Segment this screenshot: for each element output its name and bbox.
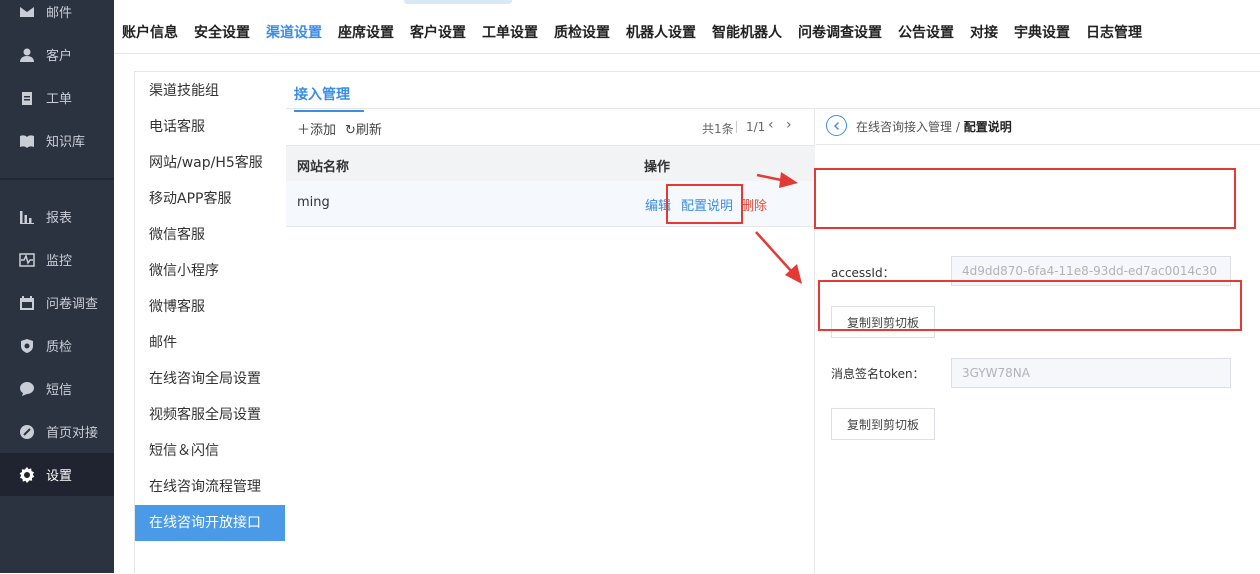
menu-item[interactable]: 移动APP客服	[135, 181, 285, 217]
pulse-icon	[18, 251, 36, 269]
sidebar-item-label: 质检	[46, 340, 73, 355]
breadcrumb: 在线咨询接入管理 / 配置说明	[856, 118, 1012, 135]
copy-token-button[interactable]: 复制到剪切板	[831, 408, 935, 440]
tab-dictionary[interactable]: 宇典设置	[1014, 22, 1070, 44]
left-sidebar: 邮件 客户 工单 知识库 报表 监控 问卷调查 质检 短信 首页对接 设置	[0, 0, 114, 573]
sidebar-item-customer[interactable]: 客户	[0, 33, 114, 76]
sidebar-item-mail[interactable]: 邮件	[0, 0, 114, 33]
detail-header: 在线咨询接入管理 / 配置说明	[816, 109, 1260, 145]
calendar-icon	[18, 294, 36, 312]
tab-robot[interactable]: 机器人设置	[626, 22, 696, 44]
sidebar-item-ticket[interactable]: 工单	[0, 76, 114, 119]
link-icon	[18, 423, 36, 441]
tab-integration[interactable]: 对接	[970, 22, 998, 44]
sidebar-item-home-integration[interactable]: 首页对接	[0, 410, 114, 453]
sidebar-item-report[interactable]: 报表	[0, 195, 114, 238]
sidebar-item-qc[interactable]: 质检	[0, 324, 114, 367]
delete-link[interactable]: 删除	[741, 195, 767, 214]
content-area: 渠道技能组 电话客服 网站/wap/H5客服 移动APP客服 微信客服 微信小程…	[134, 71, 1260, 574]
token-field[interactable]: 3GYW78NA	[951, 358, 1231, 388]
menu-item-active[interactable]: 在线咨询开放接口	[135, 505, 285, 541]
tab-account-info[interactable]: 账户信息	[122, 22, 178, 44]
column-header-actions: 操作	[644, 160, 671, 175]
tab-channel[interactable]: 渠道设置	[266, 22, 322, 44]
menu-item[interactable]: 短信＆闪信	[135, 433, 285, 469]
menu-item[interactable]: 微信客服	[135, 217, 285, 253]
back-button[interactable]	[826, 115, 847, 136]
tab-survey[interactable]: 问卷调查设置	[798, 22, 882, 44]
plus-icon: ＋	[297, 123, 311, 138]
pager-divider	[736, 121, 737, 133]
sidebar-item-knowledge[interactable]: 知识库	[0, 119, 114, 162]
table-row: ming 编辑 配置说明 删除	[286, 181, 815, 227]
sidebar-item-label: 问卷调查	[46, 297, 99, 312]
book-icon	[18, 132, 36, 150]
tab-security[interactable]: 安全设置	[194, 22, 250, 44]
top-scroll-indicator	[404, 0, 512, 4]
edit-link[interactable]: 编辑	[645, 195, 671, 214]
top-tab-bar: 账户信息 安全设置 渠道设置 座席设置 客户设置 工单设置 质检设置 机器人设置…	[114, 0, 1260, 54]
sidebar-item-sms[interactable]: 短信	[0, 367, 114, 410]
tab-notice[interactable]: 公告设置	[898, 22, 954, 44]
chevron-left-icon	[833, 121, 839, 130]
table-header: 网站名称 操作	[286, 145, 815, 181]
clipboard-icon	[18, 89, 36, 107]
menu-item[interactable]: 网站/wap/H5客服	[135, 145, 285, 181]
sidebar-item-label: 知识库	[46, 135, 86, 150]
copy-access-id-button[interactable]: 复制到剪切板	[831, 306, 935, 338]
tab-qc[interactable]: 质检设置	[554, 22, 610, 44]
bar-chart-icon	[18, 208, 36, 226]
gear-icon	[18, 466, 36, 484]
tab-access-management[interactable]: 接入管理	[294, 84, 364, 112]
site-name-cell: ming	[297, 195, 330, 210]
token-label: 消息签名token：	[831, 367, 925, 381]
sidebar-item-label: 报表	[46, 211, 73, 226]
total-count: 共1条	[702, 122, 734, 136]
menu-item[interactable]: 微信小程序	[135, 253, 285, 289]
sidebar-item-label: 首页对接	[46, 426, 99, 441]
chevron-right-icon[interactable]: ›	[786, 117, 792, 133]
tab-log[interactable]: 日志管理	[1086, 22, 1142, 44]
add-button[interactable]: ＋添加	[297, 119, 336, 138]
sidebar-item-settings[interactable]: 设置	[0, 453, 114, 496]
site-list-panel: ＋添加 ↻刷新 共1条 1/1 ‹ › 网站名称 操作 ming 编辑 配置说明…	[286, 109, 815, 574]
sidebar-item-label: 监控	[46, 254, 73, 269]
shield-icon	[18, 337, 36, 355]
page-indicator: 1/1	[746, 120, 766, 134]
chat-icon	[18, 380, 36, 398]
column-header-site-name: 网站名称	[297, 160, 350, 175]
config-instructions-link[interactable]: 配置说明	[681, 195, 733, 214]
breadcrumb-current: 配置说明	[963, 120, 1012, 134]
menu-item[interactable]: 视频客服全局设置	[135, 397, 285, 433]
sidebar-divider	[0, 178, 114, 180]
menu-item[interactable]: 在线咨询全局设置	[135, 361, 285, 397]
chevron-left-icon[interactable]: ‹	[768, 117, 774, 133]
menu-item[interactable]: 微博客服	[135, 289, 285, 325]
sidebar-item-label: 设置	[46, 469, 73, 484]
sidebar-item-survey[interactable]: 问卷调查	[0, 281, 114, 324]
sidebar-item-label: 短信	[46, 383, 73, 398]
tab-ticket[interactable]: 工单设置	[482, 22, 538, 44]
menu-item[interactable]: 邮件	[135, 325, 285, 361]
breadcrumb-parent[interactable]: 在线咨询接入管理 /	[856, 120, 960, 134]
access-id-field[interactable]: 4d9dd870-6fa4-11e8-93dd-ed7ac0014c30	[951, 256, 1231, 286]
sidebar-item-label: 邮件	[46, 6, 73, 21]
menu-item[interactable]: 电话客服	[135, 109, 285, 145]
sidebar-item-label: 工单	[46, 92, 73, 107]
config-detail-panel: 在线咨询接入管理 / 配置说明 accessId： 4d9dd870-6fa4-…	[816, 109, 1260, 574]
tab-customer[interactable]: 客户设置	[410, 22, 466, 44]
list-toolbar: ＋添加 ↻刷新 共1条 1/1 ‹ ›	[286, 109, 815, 145]
refresh-button[interactable]: ↻刷新	[345, 119, 382, 138]
refresh-icon: ↻	[345, 123, 356, 138]
access-id-label: accessId：	[831, 266, 895, 280]
tab-smart-robot[interactable]: 智能机器人	[712, 22, 782, 44]
tab-seat[interactable]: 座席设置	[338, 22, 394, 44]
sidebar-item-label: 客户	[46, 49, 73, 64]
menu-item[interactable]: 渠道技能组	[135, 73, 285, 109]
sidebar-item-monitor[interactable]: 监控	[0, 238, 114, 281]
panel-tab-bar: 接入管理	[286, 72, 1260, 112]
mail-icon	[18, 3, 36, 21]
user-icon	[18, 46, 36, 64]
menu-item[interactable]: 在线咨询流程管理	[135, 469, 285, 505]
